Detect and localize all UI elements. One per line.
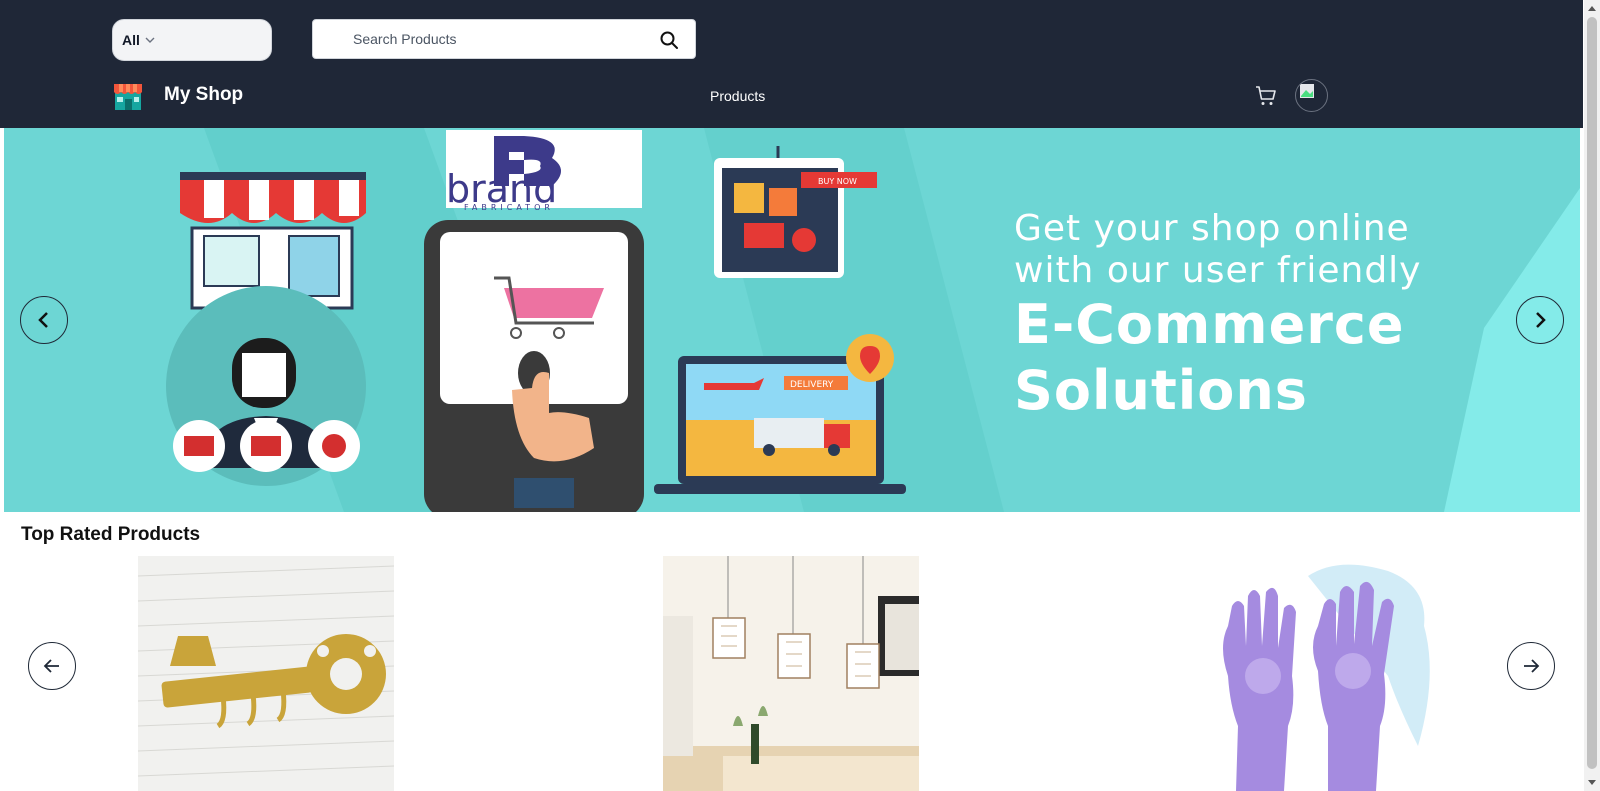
arrow-right-icon bbox=[1524, 659, 1540, 673]
hero-next-button[interactable] bbox=[1516, 296, 1564, 344]
category-select-value: All bbox=[122, 32, 140, 48]
crystal-pendant-lights-image bbox=[663, 556, 919, 791]
brand-name[interactable]: My Shop bbox=[164, 84, 243, 106]
purple-silicone-gloves-image bbox=[1223, 564, 1430, 791]
chevron-right-icon bbox=[1536, 312, 1546, 328]
nav-link-products[interactable]: Products bbox=[710, 88, 765, 104]
scroll-up-arrow-icon[interactable] bbox=[1584, 0, 1600, 16]
cart-icon[interactable] bbox=[1254, 84, 1278, 108]
hero-headline: Get your shop online with our user frien… bbox=[1014, 208, 1421, 424]
page-scrollbar[interactable] bbox=[1584, 0, 1600, 791]
svg-text:BUY NOW: BUY NOW bbox=[818, 177, 857, 186]
top-rated-prev-button[interactable] bbox=[28, 642, 76, 690]
hero-line-4: Solutions bbox=[1014, 359, 1308, 422]
arrow-left-icon bbox=[43, 659, 59, 673]
broken-image-icon bbox=[1300, 84, 1314, 98]
page: All My Shop Products bbox=[0, 0, 1600, 791]
product-card-1[interactable] bbox=[138, 556, 394, 791]
svg-text:DELIVERY: DELIVERY bbox=[790, 380, 834, 390]
hero-line-2: with our user friendly bbox=[1014, 250, 1422, 291]
scroll-down-arrow-icon[interactable] bbox=[1584, 775, 1600, 791]
hero-line-3: E-Commerce bbox=[1014, 293, 1405, 356]
svg-text:FABRICATOR: FABRICATOR bbox=[464, 203, 554, 212]
product-card-3[interactable] bbox=[1188, 556, 1444, 791]
search-bar bbox=[312, 19, 696, 59]
search-input[interactable] bbox=[353, 20, 673, 58]
hero-line-1: Get your shop online bbox=[1014, 208, 1410, 249]
brass-key-hook-image bbox=[138, 565, 394, 777]
chevron-down-icon bbox=[145, 37, 155, 43]
hero-banner: brand FABRICATOR BUY NOW DELIVERY Get yo… bbox=[4, 128, 1580, 512]
category-select[interactable]: All bbox=[112, 19, 272, 61]
hero-prev-button[interactable] bbox=[20, 296, 68, 344]
chevron-left-icon bbox=[38, 312, 48, 328]
storefront-icon[interactable] bbox=[112, 80, 144, 112]
top-rated-title: Top Rated Products bbox=[21, 524, 201, 545]
top-header: All My Shop Products bbox=[0, 0, 1583, 128]
search-icon[interactable] bbox=[659, 30, 679, 50]
scrollbar-thumb[interactable] bbox=[1587, 17, 1597, 769]
product-card-2[interactable] bbox=[663, 556, 919, 791]
top-rated-next-button[interactable] bbox=[1507, 642, 1555, 690]
user-avatar[interactable] bbox=[1295, 79, 1328, 112]
